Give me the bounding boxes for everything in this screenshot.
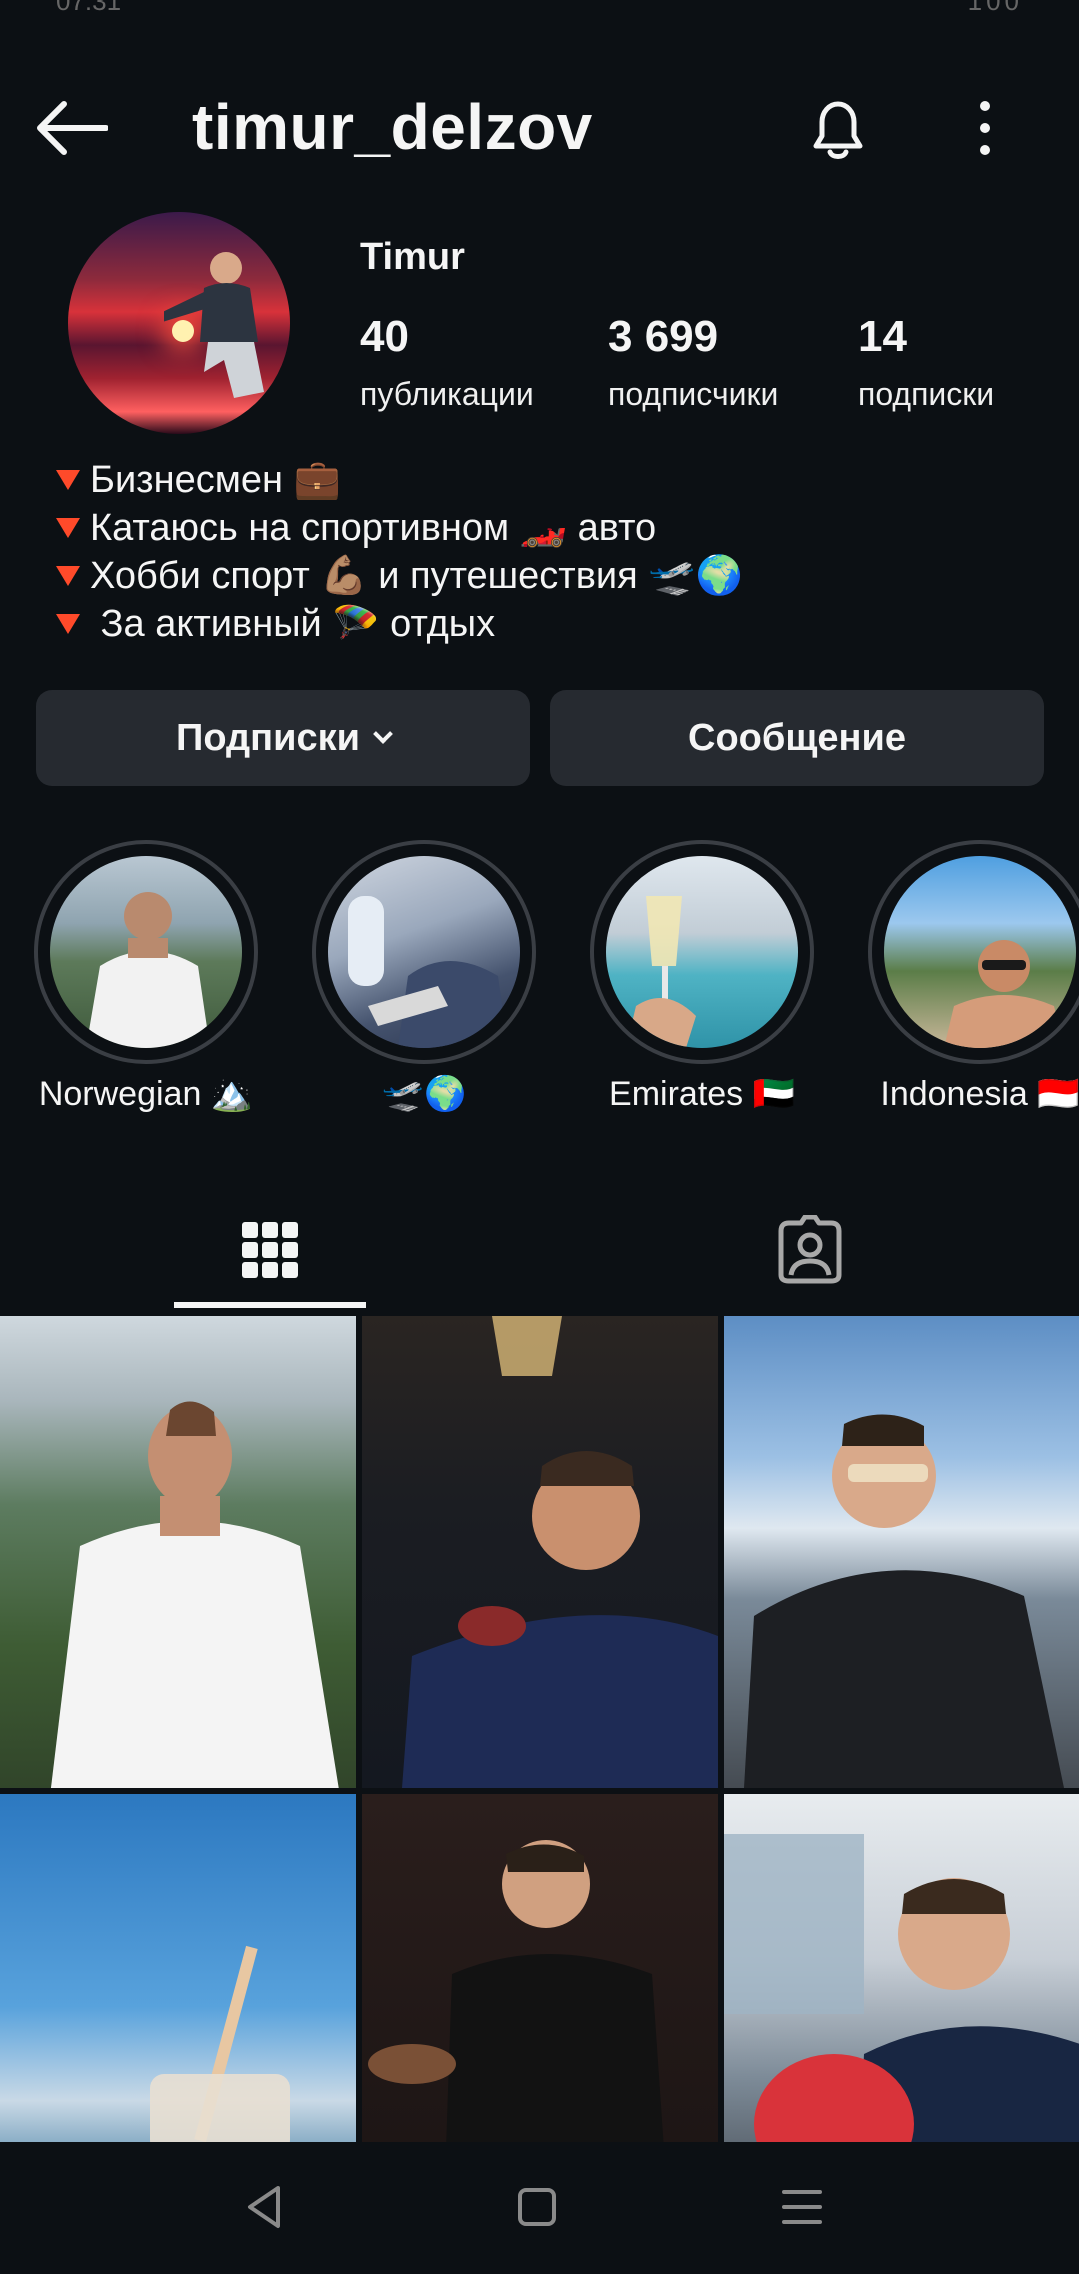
highlight-label: Indonesia 🇮🇩 — [880, 1075, 1079, 1113]
tab-posts-grid[interactable] — [0, 1190, 540, 1310]
red-triangle-icon — [56, 566, 80, 586]
post-thumbnail[interactable] — [724, 1794, 1079, 2142]
post-thumbnail[interactable] — [0, 1794, 356, 2142]
red-triangle-icon — [56, 518, 80, 538]
triangle-back-icon — [248, 2186, 280, 2228]
status-icons: 100 — [968, 0, 1023, 17]
posts-grid — [0, 1316, 1079, 2142]
avatar-person-figure — [164, 252, 264, 398]
profile-tabs — [0, 1190, 1079, 1310]
highlight-label: Norwegian 🏔️ — [38, 1075, 254, 1113]
red-triangle-icon — [56, 614, 80, 634]
post-thumbnail[interactable] — [362, 1794, 718, 2142]
more-options-button[interactable] — [960, 96, 1010, 160]
message-button[interactable]: Сообщение — [550, 690, 1044, 786]
bio-line: За активный 🪂 отдых — [56, 600, 743, 648]
battery-level: 100 — [967, 0, 1023, 16]
system-home-button[interactable] — [506, 2182, 566, 2232]
post-thumbnail[interactable] — [362, 1316, 718, 1788]
stat-posts-label: публикации — [360, 376, 534, 412]
following-button[interactable]: Подписки — [36, 690, 530, 786]
tagged-person-icon — [778, 1215, 842, 1284]
stat-following-label: подписки — [858, 376, 995, 412]
stat-following-count: 14 — [858, 312, 907, 361]
profile-bio: Бизнесмен 💼 Катаюсь на спортивном 🏎️ авт… — [56, 456, 743, 648]
menu-lines-icon — [782, 2190, 822, 2224]
red-triangle-icon — [56, 470, 80, 490]
active-tab-indicator — [174, 1302, 366, 1308]
status-bar: 07:31 100 — [0, 0, 1079, 30]
highlight-cover — [606, 856, 798, 1048]
system-back-button[interactable] — [238, 2182, 298, 2232]
bio-line: Катаюсь на спортивном 🏎️ авто — [56, 504, 743, 552]
highlight-cover — [328, 856, 520, 1048]
chevron-down-icon — [373, 724, 393, 744]
status-time: 07:31 — [56, 0, 122, 16]
stat-posts[interactable]: 40 публикации — [360, 312, 534, 413]
post-thumbnail[interactable] — [724, 1316, 1079, 1788]
back-button[interactable] — [36, 100, 109, 156]
stat-following[interactable]: 14 подписки — [858, 312, 994, 413]
tab-tagged[interactable] — [540, 1190, 1079, 1310]
stat-followers-count: 3 699 — [608, 312, 719, 361]
system-recents-button[interactable] — [772, 2182, 832, 2232]
profile-avatar[interactable] — [68, 212, 290, 434]
more-vertical-icon — [980, 101, 990, 155]
profile-display-name: Timur — [360, 236, 465, 278]
stat-followers-label: подписчики — [608, 376, 779, 412]
highlight-cover — [50, 856, 242, 1048]
profile-header: timur_delzov — [0, 78, 1079, 174]
notifications-button[interactable] — [802, 92, 874, 164]
highlight-cover — [884, 856, 1076, 1048]
post-thumbnail[interactable] — [0, 1316, 356, 1788]
highlight-label: 🛫🌍 — [381, 1075, 467, 1113]
stat-followers[interactable]: 3 699 подписчики — [608, 312, 778, 413]
following-button-label: Подписки — [176, 716, 360, 759]
bell-icon — [813, 101, 863, 159]
bio-line: Бизнесмен 💼 — [56, 456, 743, 504]
stat-posts-count: 40 — [360, 312, 409, 361]
arrow-left-icon — [37, 101, 109, 155]
system-navigation-bar — [0, 2142, 1079, 2274]
grid-icon — [242, 1222, 298, 1278]
bio-line: Хобби спорт 💪🏽 и путешествия 🛫🌍 — [56, 552, 743, 600]
profile-username: timur_delzov — [192, 91, 593, 163]
highlight-label: Emirates 🇦🇪 — [609, 1075, 795, 1113]
square-home-icon — [518, 2188, 556, 2226]
message-button-label: Сообщение — [688, 716, 906, 759]
